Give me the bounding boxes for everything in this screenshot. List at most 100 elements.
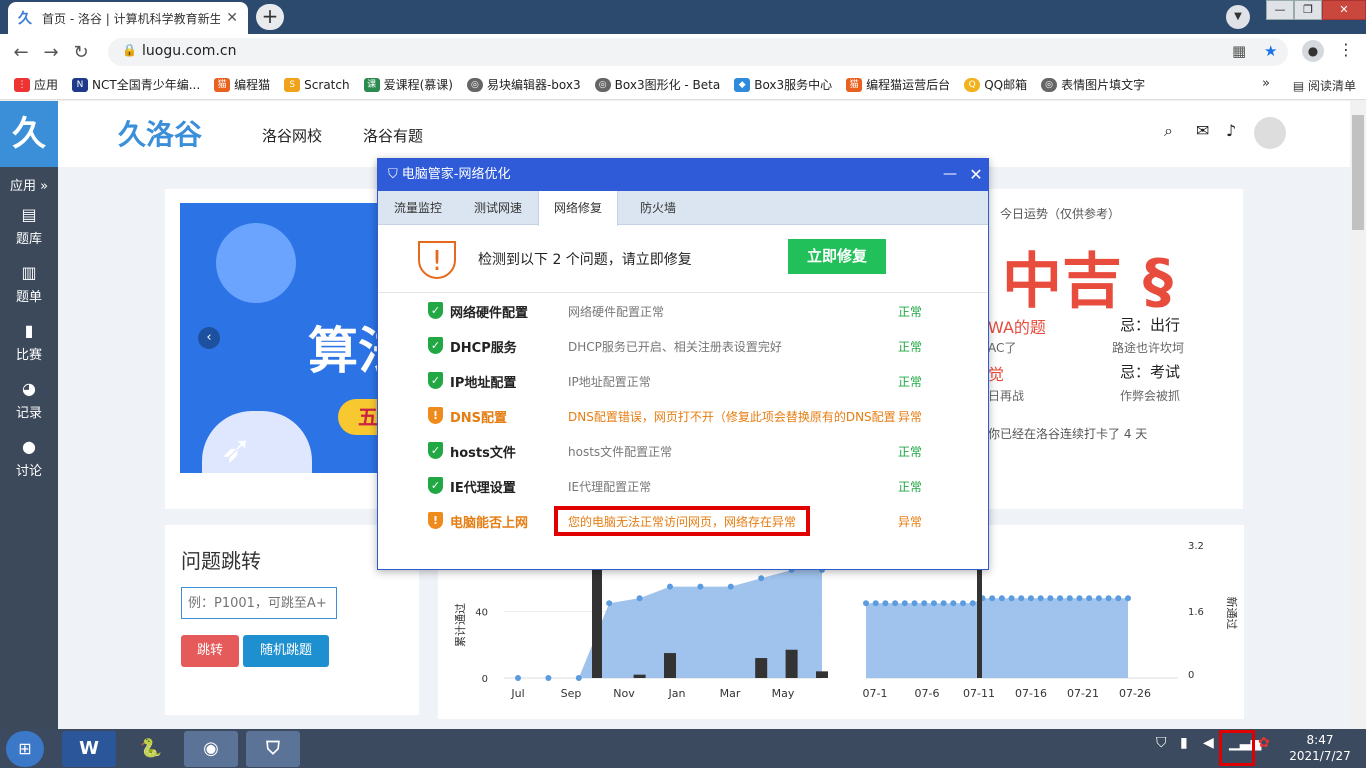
bookmark-box3-service[interactable]: ◆ Box3服务中心: [734, 76, 832, 93]
reading-list-button[interactable]: ▤ 阅读清单: [1293, 77, 1356, 94]
clock[interactable]: 8:47 2021/7/27: [1280, 732, 1360, 764]
forward-icon[interactable]: →: [36, 42, 66, 63]
profile-icon[interactable]: ●: [1302, 40, 1324, 62]
nct-icon: N: [72, 77, 89, 92]
check-status: 正常: [898, 340, 923, 354]
bookmark-scratch[interactable]: S Scratch: [284, 77, 350, 92]
area-series: [866, 598, 1128, 678]
qr-icon[interactable]: ▦: [1232, 42, 1246, 60]
fix-now-button[interactable]: 立即修复: [788, 239, 886, 274]
data-point: [960, 600, 967, 607]
tab-search-icon[interactable]: ▼: [1226, 5, 1250, 29]
search-icon[interactable]: ⌕: [1164, 121, 1173, 141]
sidebar-item-discuss[interactable]: ● 讨论: [0, 437, 58, 479]
tab-firewall[interactable]: 防火墙: [618, 191, 698, 225]
data-point: [872, 600, 879, 607]
sidebar-item-lists[interactable]: ▥ 题单: [0, 263, 58, 305]
bookmark-bianchengmao[interactable]: 猫编程猫: [214, 76, 270, 93]
check-row: ✓ DHCP服务 DHCP服务已开启、相关注册表设置完好 正常: [378, 329, 988, 364]
bookmark-qqmail[interactable]: Q QQ邮箱: [964, 76, 1027, 93]
cloud-decoration: [202, 411, 312, 473]
notification-icon[interactable]: ✿: [1258, 735, 1270, 751]
data-point: [1027, 595, 1034, 602]
word-icon[interactable]: W: [62, 731, 116, 767]
back-icon[interactable]: ←: [6, 42, 36, 63]
scrollbar-thumb[interactable]: [1352, 115, 1364, 230]
check-name: 电脑能否上网: [450, 516, 529, 531]
bookmark-box3-beta[interactable]: ◎ Box3图形化 - Beta: [594, 76, 720, 93]
bookmarks-more-icon[interactable]: »: [1262, 76, 1270, 91]
browser-tab[interactable]: 久 首页 - 洛谷 | 计算机科学教育新生态 ✕: [8, 2, 248, 34]
dialog-close-button[interactable]: ✕: [964, 159, 988, 191]
bar: [755, 658, 768, 678]
jump-button[interactable]: 跳转: [181, 635, 239, 667]
dialog-minimize-button[interactable]: —: [938, 159, 962, 191]
check-name: IP地址配置: [450, 376, 517, 391]
bell-icon[interactable]: ♪: [1226, 121, 1236, 140]
brand-logo[interactable]: 久洛谷: [118, 113, 202, 153]
chrome-icon[interactable]: ◉: [184, 731, 238, 767]
warning-shield-icon: !: [418, 241, 456, 279]
fortune-good-1: WA的题: [988, 318, 1046, 337]
sidebar-item-apps[interactable]: 应用 »: [0, 175, 58, 194]
check-shield-icon: ✓: [428, 442, 443, 459]
new-tab-button[interactable]: +: [256, 4, 284, 30]
mail-icon[interactable]: ✉: [1196, 121, 1209, 140]
nav-luogu-school[interactable]: 洛谷网校: [262, 125, 322, 146]
carousel-prev-icon[interactable]: ‹: [198, 327, 220, 349]
check-status: 异常: [898, 410, 923, 424]
globe-icon: ◎: [1041, 77, 1058, 92]
tab-repair[interactable]: 网络修复: [538, 191, 618, 226]
random-problem-button[interactable]: 随机跳题: [243, 635, 329, 667]
data-point: [667, 583, 673, 590]
tab-close-icon[interactable]: ✕: [226, 10, 238, 26]
data-point: [575, 675, 582, 681]
luogu-logo-icon[interactable]: 久: [0, 101, 58, 167]
brand-mark-icon: 久: [118, 118, 147, 151]
menu-icon[interactable]: ⋮: [1338, 40, 1354, 59]
data-point: [882, 600, 889, 607]
data-point: [1125, 595, 1131, 602]
pc-manager-tray-icon[interactable]: ⛉: [1156, 735, 1167, 751]
page-scrollbar[interactable]: [1350, 101, 1366, 729]
check-name: DNS配置: [450, 411, 508, 426]
data-point: [1047, 595, 1054, 602]
x-tick-label: Sep: [561, 687, 582, 700]
tab-title: 首页 - 洛谷 | 计算机科学教育新生态: [42, 11, 221, 26]
bar: [816, 671, 828, 678]
bookmark-nct[interactable]: N NCT全国青少年编...: [72, 76, 200, 93]
maximize-button[interactable]: ❐: [1294, 0, 1322, 20]
tab-speedtest[interactable]: 测试网速: [458, 191, 538, 225]
python-icon[interactable]: 🐍: [124, 731, 178, 767]
bookmark-codemao-admin[interactable]: 猫编程猫运营后台: [846, 76, 950, 93]
close-window-button[interactable]: ✕: [1322, 0, 1366, 20]
nav-luogu-youti[interactable]: 洛谷有题: [363, 125, 423, 146]
bookmark-icourse[interactable]: 课爱课程(慕课): [363, 76, 453, 93]
check-row: ✓ IE代理设置 IE代理配置正常 正常: [378, 469, 988, 504]
bookmark-apps[interactable]: ⋮ 应用: [14, 76, 58, 93]
bookmark-yikuai[interactable]: ◎ 易块编辑器-box3: [466, 76, 581, 93]
check-name: IE代理设置: [450, 481, 516, 496]
pc-manager-icon[interactable]: ⛉: [246, 731, 300, 767]
reload-icon[interactable]: ↻: [66, 42, 96, 63]
rocket-icon: ➶: [220, 427, 252, 471]
avatar[interactable]: [1254, 117, 1286, 149]
data-point: [911, 600, 918, 607]
check-row: ! DNS配置 DNS配置错误，网页打不开（修复此项会替换原有的DNS配置 异常: [378, 399, 988, 434]
sidebar-item-contests[interactable]: ▮ 比赛: [0, 321, 58, 363]
bar: [664, 653, 676, 678]
minimize-button[interactable]: —: [1266, 0, 1294, 20]
address-bar[interactable]: 🔒 luogu.com.cn ▦ ★: [108, 38, 1288, 66]
dialog-titlebar[interactable]: ⛉ 电脑管家-网络优化: [378, 159, 988, 191]
volume-icon[interactable]: ◀: [1203, 735, 1214, 751]
bookmark-star-icon[interactable]: ★: [1264, 42, 1277, 60]
start-button[interactable]: ⊞: [6, 731, 44, 767]
bookmark-emoji[interactable]: ◎ 表情图片填文字: [1041, 76, 1145, 93]
check-row: ✓ IP地址配置 IP地址配置正常 正常: [378, 364, 988, 399]
check-row: ✓ 网络硬件配置 网络硬件配置正常 正常: [378, 294, 988, 329]
usb-icon[interactable]: ▮: [1180, 735, 1188, 751]
sidebar-item-problems[interactable]: ▤ 题库: [0, 205, 58, 247]
jump-input[interactable]: [181, 587, 337, 619]
tab-traffic[interactable]: 流量监控: [378, 191, 458, 225]
sidebar-item-records[interactable]: ◕ 记录: [0, 379, 58, 421]
